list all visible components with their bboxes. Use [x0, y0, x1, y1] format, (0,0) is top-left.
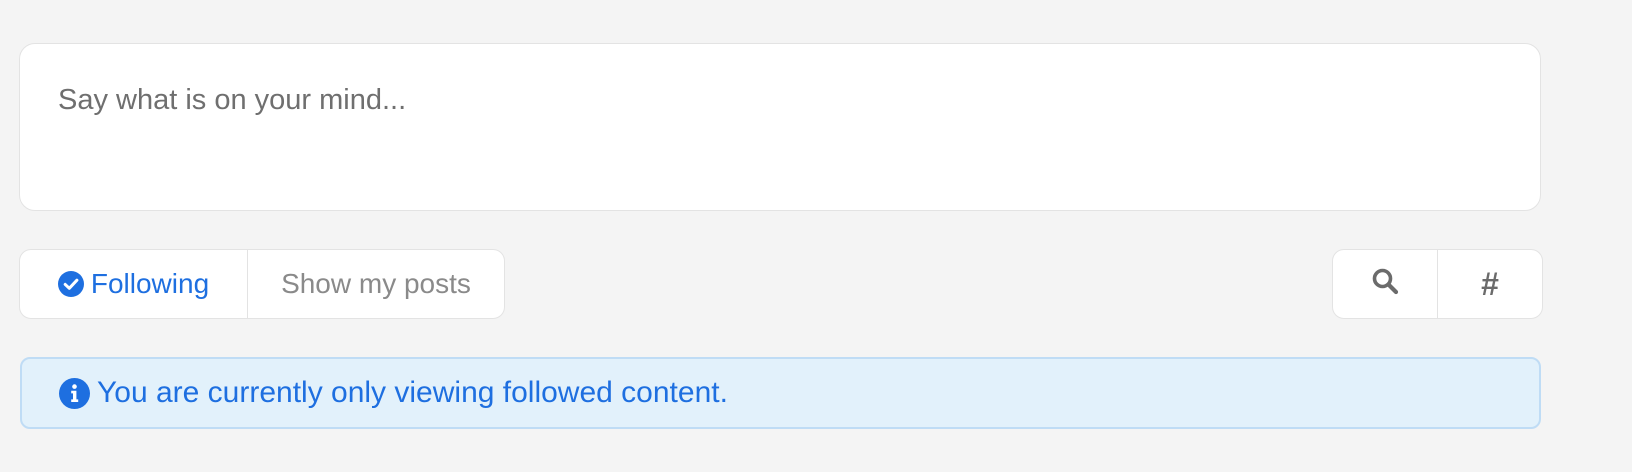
feed-filter-group: Following Show my posts — [19, 249, 505, 319]
search-button[interactable] — [1333, 250, 1438, 318]
show-my-posts-label: Show my posts — [281, 268, 471, 299]
feed-tools-group: # — [1332, 249, 1543, 319]
search-icon — [1371, 266, 1399, 303]
hashtag-button[interactable]: # — [1438, 250, 1542, 318]
check-circle-icon — [57, 271, 84, 297]
post-input[interactable] — [58, 84, 1498, 184]
following-filter-label: Following — [90, 268, 210, 299]
followed-content-notice: You are currently only viewing followed … — [20, 357, 1541, 429]
notice-text: You are currently only viewing followed … — [97, 376, 728, 409]
show-my-posts-button[interactable]: Show my posts — [248, 250, 504, 318]
info-circle-icon — [59, 377, 90, 409]
hashtag-icon: # — [1481, 265, 1499, 302]
post-composer[interactable] — [19, 43, 1541, 211]
following-filter-button[interactable]: Following — [20, 250, 248, 318]
